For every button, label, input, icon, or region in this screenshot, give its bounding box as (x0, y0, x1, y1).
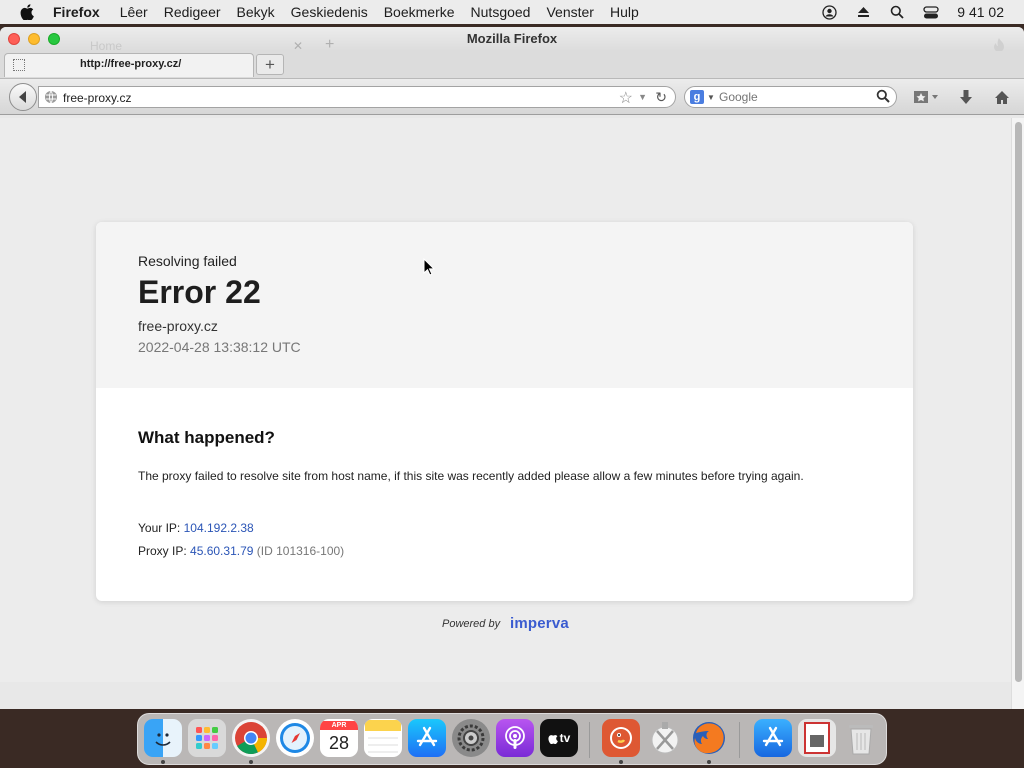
proxy-ip-link[interactable]: 45.60.31.79 (190, 544, 253, 558)
firefox-icon[interactable] (690, 719, 728, 757)
menu-file[interactable]: Lêer (118, 4, 150, 20)
back-button[interactable] (9, 83, 37, 111)
launchpad-icon[interactable] (188, 719, 226, 757)
duckduckgo-icon[interactable] (602, 719, 640, 757)
control-center-icon[interactable] (923, 4, 939, 20)
menu-window[interactable]: Venster (544, 4, 595, 20)
tab-free-proxy[interactable]: http://free-proxy.cz/ (4, 53, 254, 77)
page-content: Resolving failed Error 22 free-proxy.cz … (0, 118, 1013, 682)
tab-strip: http://free-proxy.cz/ + (0, 51, 1024, 79)
menubar-clock[interactable]: 9 41 02 (957, 4, 1004, 20)
error-header: Resolving failed Error 22 free-proxy.cz … (96, 222, 913, 388)
eject-icon[interactable] (855, 4, 871, 20)
dock-separator (739, 722, 740, 758)
window-title: Mozilla Firefox (466, 31, 558, 46)
running-indicator (707, 760, 711, 764)
vertical-scrollbar[interactable] (1011, 118, 1024, 709)
url-history-dropdown-icon[interactable]: ▼ (638, 92, 647, 102)
url-text: free-proxy.cz (63, 91, 132, 105)
finder-icon[interactable] (144, 719, 182, 757)
menu-edit[interactable]: Redigeer (162, 4, 223, 20)
error-card: Resolving failed Error 22 free-proxy.cz … (96, 222, 913, 601)
utility-app-icon[interactable] (646, 719, 684, 757)
applications-folder-icon[interactable] (754, 719, 792, 757)
notes-icon[interactable] (364, 719, 402, 757)
proxy-ip-line: Proxy IP: 45.60.31.79 (ID 101316-100) (138, 544, 344, 558)
system-preferences-icon[interactable] (452, 719, 490, 757)
home-icon[interactable] (992, 88, 1012, 106)
menu-app-firefox[interactable]: Firefox (51, 4, 102, 20)
scrollbar-thumb[interactable] (1015, 122, 1022, 682)
error-code: Error 22 (138, 274, 261, 310)
safari-icon[interactable] (276, 719, 314, 757)
dock: APR 28 tv (137, 713, 887, 765)
error-description: The proxy failed to resolve site from ho… (138, 469, 804, 483)
navigation-toolbar: free-proxy.cz ☆ ▼ ↻ g ▼ (0, 79, 1024, 115)
downloads-icon[interactable] (956, 88, 976, 106)
running-indicator (249, 760, 253, 764)
tab-label: http://free-proxy.cz/ (80, 58, 182, 70)
globe-icon (44, 90, 58, 104)
reload-icon[interactable]: ↻ (655, 89, 667, 106)
menu-tools[interactable]: Nutsgoed (469, 4, 533, 20)
apple-menu-icon[interactable] (17, 2, 37, 22)
your-ip-link[interactable]: 104.192.2.38 (184, 521, 254, 535)
your-ip-label: Your IP: (138, 521, 181, 535)
calendar-icon[interactable]: APR 28 (320, 719, 358, 757)
document-preview-icon[interactable] (798, 719, 836, 757)
menu-help[interactable]: Hulp (608, 4, 641, 20)
dock-separator (589, 722, 590, 758)
menu-bar: Firefox Lêer Redigeer Bekyk Geskiedenis … (0, 0, 1024, 24)
google-engine-icon[interactable]: g (690, 90, 704, 104)
favicon-placeholder-icon (13, 59, 25, 71)
apple-tv-icon[interactable]: tv (540, 719, 578, 757)
spotlight-search-icon[interactable] (889, 4, 905, 20)
trash-icon[interactable] (842, 719, 880, 757)
title-bar[interactable]: Home ✕ + Mozilla Firefox (0, 27, 1024, 53)
error-status: Resolving failed (138, 253, 237, 269)
calendar-month: APR (320, 720, 358, 730)
menu-view[interactable]: Bekyk (235, 4, 277, 20)
search-icon[interactable] (876, 89, 890, 108)
error-host: free-proxy.cz (138, 318, 218, 334)
running-indicator (619, 760, 623, 764)
app-store-icon[interactable] (408, 719, 446, 757)
podcasts-icon[interactable] (496, 719, 534, 757)
url-bar[interactable]: free-proxy.cz ☆ ▼ ↻ (38, 86, 676, 108)
running-indicator (161, 760, 165, 764)
imperva-logo[interactable]: imperva (510, 615, 569, 632)
engine-dropdown-icon[interactable]: ▼ (707, 93, 715, 102)
chrome-icon[interactable] (232, 719, 270, 757)
bookmarks-menu-icon[interactable] (912, 88, 940, 106)
apple-tv-label: tv (559, 731, 571, 745)
user-account-icon[interactable] (821, 4, 837, 20)
your-ip-line: Your IP: 104.192.2.38 (138, 521, 254, 535)
proxy-ip-label: Proxy IP: (138, 544, 187, 558)
error-timestamp: 2022-04-28 13:38:12 UTC (138, 339, 301, 355)
browser-window: Home ✕ + Mozilla Firefox http://free-pro… (0, 27, 1024, 709)
what-happened-heading: What happened? (138, 428, 275, 447)
powered-by-text: Powered by (442, 618, 501, 630)
new-tab-button[interactable]: + (256, 54, 284, 75)
mouse-cursor-icon (423, 257, 436, 281)
search-input[interactable] (719, 89, 869, 105)
menu-bookmarks[interactable]: Boekmerke (382, 4, 457, 20)
proxy-id: (ID 101316-100) (256, 544, 345, 558)
menu-history[interactable]: Geskiedenis (289, 4, 370, 20)
bookmark-star-icon[interactable]: ☆ (619, 88, 633, 108)
search-bar[interactable]: g ▼ (684, 86, 897, 108)
error-details: What happened? The proxy failed to resol… (96, 388, 913, 601)
calendar-day: 28 (328, 732, 350, 753)
